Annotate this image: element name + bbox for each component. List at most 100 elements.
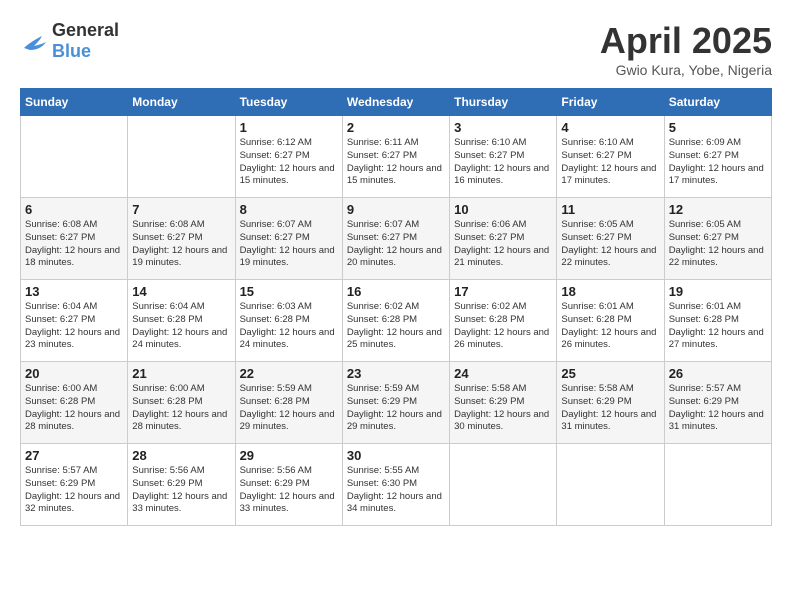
day-number: 15 [240, 284, 338, 299]
day-number: 9 [347, 202, 445, 217]
calendar-cell: 12 Sunrise: 6:05 AMSunset: 6:27 PMDayligh… [664, 198, 771, 280]
calendar-cell: 10 Sunrise: 6:06 AMSunset: 6:27 PMDayligh… [450, 198, 557, 280]
day-number: 7 [132, 202, 230, 217]
location-title: Gwio Kura, Yobe, Nigeria [600, 62, 772, 78]
calendar-cell: 19 Sunrise: 6:01 AMSunset: 6:28 PMDayligh… [664, 280, 771, 362]
day-info: Sunrise: 5:57 AMSunset: 6:29 PMDaylight:… [25, 465, 123, 516]
day-number: 1 [240, 120, 338, 135]
calendar-week-row: 6 Sunrise: 6:08 AMSunset: 6:27 PMDaylight… [21, 198, 772, 280]
calendar-cell: 13 Sunrise: 6:04 AMSunset: 6:27 PMDayligh… [21, 280, 128, 362]
day-info: Sunrise: 6:04 AMSunset: 6:27 PMDaylight:… [25, 301, 123, 352]
day-info: Sunrise: 5:58 AMSunset: 6:29 PMDaylight:… [561, 383, 659, 434]
day-header-thursday: Thursday [450, 89, 557, 116]
day-number: 10 [454, 202, 552, 217]
day-number: 25 [561, 366, 659, 381]
day-header-wednesday: Wednesday [342, 89, 449, 116]
calendar-cell: 17Sunrise: 6:02 AMSunset: 6:28 PMDayligh… [450, 280, 557, 362]
day-info: Sunrise: 6:07 AMSunset: 6:27 PMDaylight:… [240, 219, 338, 270]
header-row: SundayMondayTuesdayWednesdayThursdayFrid… [21, 89, 772, 116]
day-number: 18 [561, 284, 659, 299]
day-info: Sunrise: 5:56 AMSunset: 6:29 PMDaylight:… [240, 465, 338, 516]
day-header-sunday: Sunday [21, 89, 128, 116]
day-number: 4 [561, 120, 659, 135]
day-info: Sunrise: 6:06 AMSunset: 6:27 PMDaylight:… [454, 219, 552, 270]
day-number: 12 [669, 202, 767, 217]
day-header-monday: Monday [128, 89, 235, 116]
day-info: Sunrise: 5:55 AMSunset: 6:30 PMDaylight:… [347, 465, 445, 516]
day-number: 19 [669, 284, 767, 299]
calendar-cell: 2 Sunrise: 6:11 AMSunset: 6:27 PMDaylight… [342, 116, 449, 198]
calendar-cell: 1Sunrise: 6:12 AMSunset: 6:27 PMDaylight… [235, 116, 342, 198]
day-number: 26 [669, 366, 767, 381]
day-info: Sunrise: 6:07 AMSunset: 6:27 PMDaylight:… [347, 219, 445, 270]
calendar-cell: 18 Sunrise: 6:01 AMSunset: 6:28 PMDayligh… [557, 280, 664, 362]
day-info: Sunrise: 6:02 AMSunset: 6:28 PMDaylight:… [347, 301, 445, 352]
day-info: Sunrise: 6:11 AMSunset: 6:27 PMDaylight:… [347, 137, 445, 188]
calendar-cell: 14Sunrise: 6:04 AMSunset: 6:28 PMDayligh… [128, 280, 235, 362]
day-number: 17 [454, 284, 552, 299]
day-header-saturday: Saturday [664, 89, 771, 116]
calendar-cell: 29 Sunrise: 5:56 AMSunset: 6:29 PMDayligh… [235, 444, 342, 526]
calendar-week-row: 13 Sunrise: 6:04 AMSunset: 6:27 PMDayligh… [21, 280, 772, 362]
calendar-cell [21, 116, 128, 198]
calendar-cell: 28 Sunrise: 5:56 AMSunset: 6:29 PMDayligh… [128, 444, 235, 526]
day-number: 22 [240, 366, 338, 381]
day-info: Sunrise: 5:56 AMSunset: 6:29 PMDaylight:… [132, 465, 230, 516]
day-info: Sunrise: 6:01 AMSunset: 6:28 PMDaylight:… [561, 301, 659, 352]
calendar-cell: 3Sunrise: 6:10 AMSunset: 6:27 PMDaylight… [450, 116, 557, 198]
calendar-table: SundayMondayTuesdayWednesdayThursdayFrid… [20, 88, 772, 526]
day-info: Sunrise: 6:05 AMSunset: 6:27 PMDaylight:… [669, 219, 767, 270]
day-number: 14 [132, 284, 230, 299]
day-info: Sunrise: 6:09 AMSunset: 6:27 PMDaylight:… [669, 137, 767, 188]
calendar-cell: 27 Sunrise: 5:57 AMSunset: 6:29 PMDayligh… [21, 444, 128, 526]
day-number: 16 [347, 284, 445, 299]
day-number: 27 [25, 448, 123, 463]
calendar-cell: 20 Sunrise: 6:00 AMSunset: 6:28 PMDayligh… [21, 362, 128, 444]
calendar-cell: 5 Sunrise: 6:09 AMSunset: 6:27 PMDaylight… [664, 116, 771, 198]
day-number: 13 [25, 284, 123, 299]
day-info: Sunrise: 6:08 AMSunset: 6:27 PMDaylight:… [132, 219, 230, 270]
calendar-cell: 16 Sunrise: 6:02 AMSunset: 6:28 PMDayligh… [342, 280, 449, 362]
day-number: 2 [347, 120, 445, 135]
day-header-friday: Friday [557, 89, 664, 116]
calendar-cell: 6 Sunrise: 6:08 AMSunset: 6:27 PMDaylight… [21, 198, 128, 280]
day-info: Sunrise: 6:08 AMSunset: 6:27 PMDaylight:… [25, 219, 123, 270]
logo-text: General Blue [52, 20, 119, 62]
calendar-cell: 23Sunrise: 5:59 AMSunset: 6:29 PMDayligh… [342, 362, 449, 444]
calendar-cell: 7 Sunrise: 6:08 AMSunset: 6:27 PMDaylight… [128, 198, 235, 280]
day-info: Sunrise: 6:01 AMSunset: 6:28 PMDaylight:… [669, 301, 767, 352]
calendar-cell: 21 Sunrise: 6:00 AMSunset: 6:28 PMDayligh… [128, 362, 235, 444]
day-number: 5 [669, 120, 767, 135]
day-number: 28 [132, 448, 230, 463]
day-number: 6 [25, 202, 123, 217]
calendar-cell: 22 Sunrise: 5:59 AMSunset: 6:28 PMDayligh… [235, 362, 342, 444]
day-info: Sunrise: 5:57 AMSunset: 6:29 PMDaylight:… [669, 383, 767, 434]
day-number: 20 [25, 366, 123, 381]
calendar-cell: 8 Sunrise: 6:07 AMSunset: 6:27 PMDaylight… [235, 198, 342, 280]
calendar-week-row: 27 Sunrise: 5:57 AMSunset: 6:29 PMDayligh… [21, 444, 772, 526]
calendar-cell: 15 Sunrise: 6:03 AMSunset: 6:28 PMDayligh… [235, 280, 342, 362]
day-info: Sunrise: 6:00 AMSunset: 6:28 PMDaylight:… [132, 383, 230, 434]
calendar-cell: 24Sunrise: 5:58 AMSunset: 6:29 PMDayligh… [450, 362, 557, 444]
day-number: 29 [240, 448, 338, 463]
page-header: General Blue April 2025 Gwio Kura, Yobe,… [20, 20, 772, 78]
logo-general: General [52, 20, 119, 40]
logo: General Blue [20, 20, 119, 62]
calendar-week-row: 1Sunrise: 6:12 AMSunset: 6:27 PMDaylight… [21, 116, 772, 198]
title-area: April 2025 Gwio Kura, Yobe, Nigeria [600, 20, 772, 78]
calendar-cell [128, 116, 235, 198]
day-number: 8 [240, 202, 338, 217]
logo-bird-icon [20, 30, 48, 52]
calendar-cell: 25 Sunrise: 5:58 AMSunset: 6:29 PMDayligh… [557, 362, 664, 444]
calendar-cell: 11Sunrise: 6:05 AMSunset: 6:27 PMDayligh… [557, 198, 664, 280]
day-number: 21 [132, 366, 230, 381]
day-info: Sunrise: 6:03 AMSunset: 6:28 PMDaylight:… [240, 301, 338, 352]
day-info: Sunrise: 6:10 AMSunset: 6:27 PMDaylight:… [454, 137, 552, 188]
calendar-cell: 26 Sunrise: 5:57 AMSunset: 6:29 PMDayligh… [664, 362, 771, 444]
calendar-cell: 9 Sunrise: 6:07 AMSunset: 6:27 PMDaylight… [342, 198, 449, 280]
day-info: Sunrise: 6:00 AMSunset: 6:28 PMDaylight:… [25, 383, 123, 434]
day-info: Sunrise: 5:59 AMSunset: 6:29 PMDaylight:… [347, 383, 445, 434]
calendar-week-row: 20 Sunrise: 6:00 AMSunset: 6:28 PMDayligh… [21, 362, 772, 444]
calendar-cell [450, 444, 557, 526]
day-info: Sunrise: 5:59 AMSunset: 6:28 PMDaylight:… [240, 383, 338, 434]
